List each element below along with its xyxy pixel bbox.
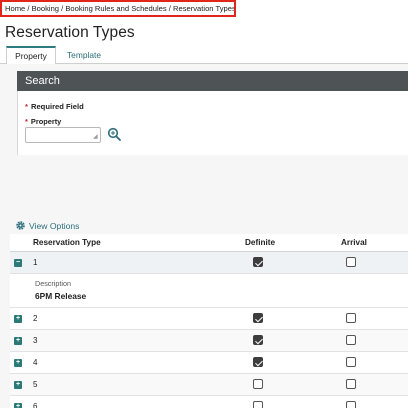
- search-lookup-icon[interactable]: [107, 127, 121, 141]
- arrival-checkbox[interactable]: [346, 379, 356, 389]
- property-label: * Property: [25, 117, 61, 126]
- column-header-arrival[interactable]: Arrival: [341, 238, 367, 247]
- view-options-label: View Options: [29, 220, 80, 231]
- gear-icon: [16, 221, 25, 230]
- table-row[interactable]: + 2: [10, 308, 408, 330]
- grid-header: Reservation Type Definite Arrival: [10, 234, 408, 252]
- collapse-icon[interactable]: −: [14, 259, 22, 267]
- resize-grip-icon: ◢: [93, 134, 98, 140]
- table-row[interactable]: + 5: [10, 374, 408, 396]
- table-row[interactable]: + 6: [10, 396, 408, 408]
- expand-icon[interactable]: +: [14, 315, 22, 323]
- definite-checkbox[interactable]: [253, 357, 263, 367]
- property-label-text: Property: [30, 117, 62, 126]
- breadcrumb[interactable]: Home / Booking / Booking Rules and Sched…: [0, 0, 236, 17]
- reservation-type-cell: 6: [33, 402, 38, 408]
- table-row[interactable]: + 3: [10, 330, 408, 352]
- tab-property[interactable]: Property: [6, 46, 56, 65]
- required-star-icon: *: [25, 117, 28, 126]
- required-star-icon: *: [25, 102, 28, 111]
- required-field-text: Required Field: [30, 102, 84, 111]
- definite-checkbox[interactable]: [253, 401, 263, 408]
- expand-icon[interactable]: +: [14, 337, 22, 345]
- description-value: 6PM Release: [35, 291, 87, 301]
- description-label: Description: [35, 279, 71, 288]
- search-header: Search: [17, 71, 408, 91]
- required-field-note: * Required Field: [25, 102, 84, 111]
- arrival-checkbox[interactable]: [346, 257, 356, 267]
- expand-icon[interactable]: +: [14, 381, 22, 389]
- column-header-definite[interactable]: Definite: [245, 238, 275, 247]
- arrival-checkbox[interactable]: [346, 401, 356, 408]
- definite-checkbox[interactable]: [253, 257, 263, 267]
- definite-checkbox[interactable]: [253, 313, 263, 323]
- tab-bar: Property Template: [0, 46, 408, 65]
- table-row[interactable]: + 4: [10, 352, 408, 374]
- reservation-type-cell: 1: [33, 258, 38, 267]
- reservation-type-cell: 5: [33, 380, 38, 389]
- reservation-types-grid: Reservation Type Definite Arrival − 1 De…: [10, 234, 408, 408]
- reservation-type-cell: 3: [33, 336, 38, 345]
- arrival-checkbox[interactable]: [346, 335, 356, 345]
- reservation-type-cell: 4: [33, 358, 38, 367]
- arrival-checkbox[interactable]: [346, 313, 356, 323]
- view-options-link[interactable]: View Options: [15, 220, 79, 231]
- tab-template[interactable]: Template: [60, 46, 108, 64]
- reservation-type-cell: 2: [33, 314, 38, 323]
- property-input[interactable]: ◢: [25, 127, 101, 143]
- arrival-checkbox[interactable]: [346, 357, 356, 367]
- page-title: Reservation Types: [5, 24, 135, 41]
- definite-checkbox[interactable]: [253, 335, 263, 345]
- row-detail: Description 6PM Release: [10, 274, 408, 308]
- table-row[interactable]: − 1: [10, 252, 408, 274]
- expand-icon[interactable]: +: [14, 403, 22, 408]
- expand-icon[interactable]: +: [14, 359, 22, 367]
- definite-checkbox[interactable]: [253, 379, 263, 389]
- column-header-reservation-type[interactable]: Reservation Type: [33, 238, 101, 247]
